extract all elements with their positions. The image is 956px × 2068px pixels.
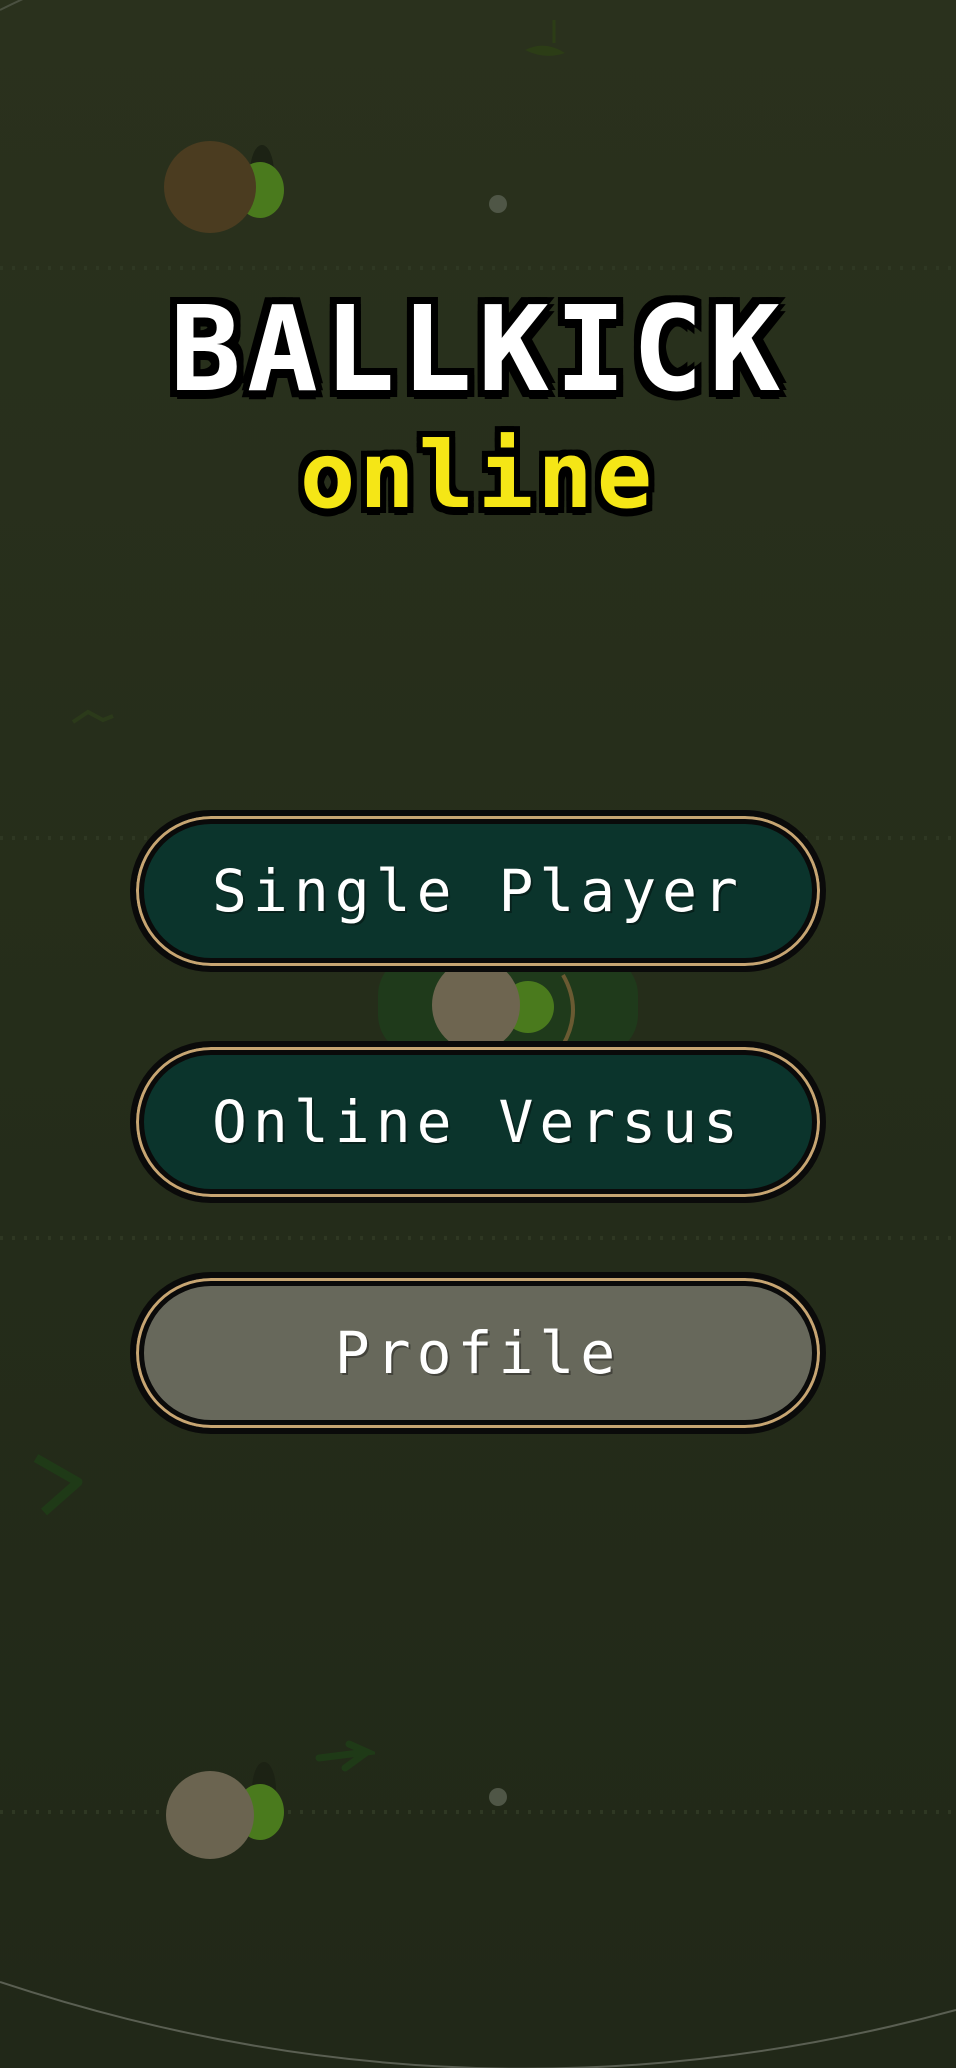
main-menu-screen: BALLKICK online Single Player Online Ver… (0, 0, 956, 2068)
grass-tuft-icon (33, 1454, 83, 1516)
grass-tuft-icon (71, 709, 114, 724)
single-player-label: Single Player (212, 857, 744, 925)
pitch-dot (489, 195, 507, 213)
pitch-dot (489, 1788, 507, 1806)
online-versus-button[interactable]: Online Versus (130, 1041, 826, 1203)
logo-subtitle: online (299, 422, 657, 529)
grass-tuft-icon (315, 1740, 375, 1772)
player-icon (164, 141, 284, 233)
online-versus-label: Online Versus (212, 1088, 744, 1156)
game-logo: BALLKICK online (0, 290, 956, 522)
profile-label: Profile (334, 1319, 622, 1387)
logo-title: BALLKICK (169, 280, 787, 418)
single-player-button[interactable]: Single Player (130, 810, 826, 972)
profile-button[interactable]: Profile (130, 1272, 826, 1434)
player-icon (166, 1762, 284, 1859)
grass-tuft-icon (525, 20, 565, 56)
